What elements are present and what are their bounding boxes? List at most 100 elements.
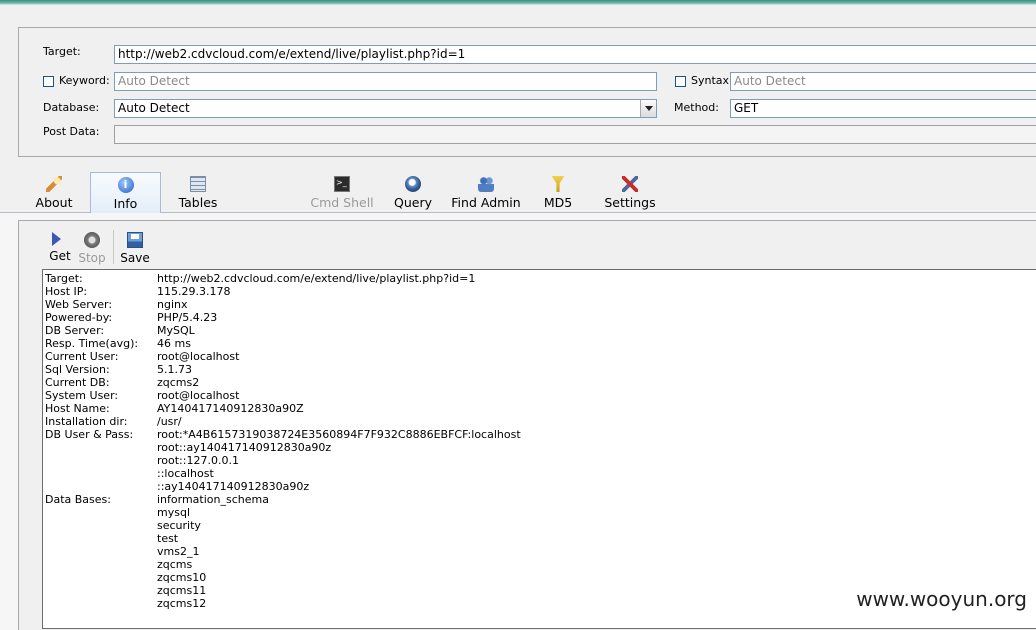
play-icon [52, 232, 61, 246]
output-row-value: security [157, 519, 201, 532]
output-row: DB User & Pass: root:*A4B6157319038724E35… [43, 428, 1036, 441]
syntax-input[interactable]: Auto Detect [730, 72, 1036, 91]
tab-info[interactable]: Info [90, 172, 161, 213]
output-row-value: zqcms [157, 558, 193, 571]
output-row-value: AY140417140912830a90Z [157, 402, 304, 415]
output-row: test [43, 532, 1036, 545]
tab-settings-label: Settings [604, 195, 656, 210]
output-row-value: zqcms10 [157, 571, 207, 584]
output-row: ::localhost [43, 467, 1036, 480]
stop-icon [84, 232, 100, 248]
tab-query-label: Query [394, 195, 432, 210]
output-row: DB Server: MySQL [43, 324, 1036, 337]
output-row-value: /usr/ [157, 415, 182, 428]
output-row-value: ::localhost [157, 467, 214, 480]
terminal-icon [334, 176, 350, 192]
get-button-label: Get [49, 249, 71, 263]
info-icon [117, 177, 134, 193]
output-row-key: Data Bases: [45, 493, 111, 506]
tab-info-label: Info [113, 196, 138, 211]
tab-cmd-shell[interactable]: Cmd Shell [310, 172, 374, 212]
output-row-value: mysql [157, 506, 190, 519]
stop-button[interactable]: Stop [77, 230, 107, 265]
keyword-input[interactable]: Auto Detect [114, 72, 657, 91]
output-row: Web Server: nginx [43, 298, 1036, 311]
output-row-key: System User: [45, 389, 119, 402]
syntax-checkbox[interactable] [675, 76, 686, 87]
database-select-value: Auto Detect [118, 101, 190, 115]
output-row-key: Powered-by: [45, 311, 113, 324]
info-output-text[interactable]: Target: http://web2.cdvcloud.com/e/extend… [42, 269, 1036, 629]
window-top-strip [0, 0, 1036, 5]
output-row-value: MySQL [157, 324, 195, 337]
output-row-value: root@localhost [157, 389, 240, 402]
output-row-value: root:*A4B6157319038724E3560894F7F932C888… [157, 428, 521, 441]
target-input[interactable]: http://web2.cdvcloud.com/e/extend/live/p… [114, 45, 1036, 64]
output-row: Resp. Time(avg): 46 ms [43, 337, 1036, 350]
keyword-label: Keyword: [59, 74, 110, 87]
output-row-value: zqcms11 [157, 584, 207, 597]
chevron-down-icon[interactable] [640, 100, 656, 117]
output-row: Host IP: 115.29.3.178 [43, 285, 1036, 298]
output-row-key: Resp. Time(avg): [45, 337, 139, 350]
output-row: Current DB: zqcms2 [43, 376, 1036, 389]
method-label: Method: [674, 101, 719, 114]
output-row-value: root::ay140417140912830a90z [157, 441, 332, 454]
output-row-key: Installation dir: [45, 415, 128, 428]
output-row-key: Sql Version: [45, 363, 110, 376]
output-row-value: vms2_1 [157, 545, 200, 558]
output-row-value: test [157, 532, 179, 545]
output-row: root::127.0.0.1 [43, 454, 1036, 467]
tab-about[interactable]: About [30, 172, 78, 212]
tab-cmd-shell-label: Cmd Shell [310, 195, 374, 210]
save-button-label: Save [120, 251, 150, 265]
output-row-value: 5.1.73 [157, 363, 192, 376]
tab-md5[interactable]: MD5 [540, 172, 576, 212]
table-icon [190, 176, 206, 192]
postdata-input[interactable] [114, 125, 1036, 144]
save-button[interactable]: Save [119, 230, 151, 265]
output-row-key: DB User & Pass: [45, 428, 134, 441]
output-row: Powered-by: PHP/5.4.23 [43, 311, 1036, 324]
output-row: security [43, 519, 1036, 532]
output-row: Sql Version: 5.1.73 [43, 363, 1036, 376]
tools-icon [622, 176, 638, 192]
output-row: ::ay140417140912830a90z [43, 480, 1036, 493]
output-row: vms2_1 [43, 545, 1036, 558]
tab-query[interactable]: Query [392, 172, 434, 212]
funnel-icon [551, 176, 565, 192]
output-row-value: 115.29.3.178 [157, 285, 231, 298]
output-row-value: zqcms12 [157, 597, 207, 610]
syntax-label: Syntax: [691, 74, 733, 87]
output-row: Installation dir: /usr/ [43, 415, 1036, 428]
output-row: System User: root@localhost [43, 389, 1036, 402]
keyword-checkbox[interactable] [43, 76, 54, 87]
tab-tables[interactable]: Tables [172, 172, 224, 212]
output-row-value: root@localhost [157, 350, 240, 363]
output-row-value: zqcms2 [157, 376, 200, 389]
query-icon [405, 176, 421, 192]
tab-find-admin[interactable]: Find Admin [450, 172, 522, 212]
output-row-value: root::127.0.0.1 [157, 454, 239, 467]
tab-settings[interactable]: Settings [604, 172, 656, 212]
toolbar-separator [113, 230, 114, 264]
get-button[interactable]: Get [46, 230, 74, 263]
output-row-value: ::ay140417140912830a90z [157, 480, 310, 493]
output-row: root::ay140417140912830a90z [43, 441, 1036, 454]
output-row: mysql [43, 506, 1036, 519]
output-row: Host Name: AY140417140912830a90Z [43, 402, 1036, 415]
carrot-icon [46, 176, 62, 192]
output-row-value: information_schema [157, 493, 269, 506]
output-row-key: Current User: [45, 350, 119, 363]
output-row-key: DB Server: [45, 324, 105, 337]
output-row-value: PHP/5.4.23 [157, 311, 218, 324]
output-row: Target: http://web2.cdvcloud.com/e/extend… [43, 272, 1036, 285]
tab-about-label: About [35, 195, 73, 210]
output-row-key: Host IP: [45, 285, 88, 298]
target-label: Target: [43, 45, 81, 58]
output-row-key: Web Server: [45, 298, 113, 311]
database-label: Database: [43, 101, 100, 114]
method-select[interactable]: GET [730, 99, 1036, 118]
floppy-disk-icon [127, 232, 143, 248]
database-select[interactable]: Auto Detect [114, 99, 657, 118]
